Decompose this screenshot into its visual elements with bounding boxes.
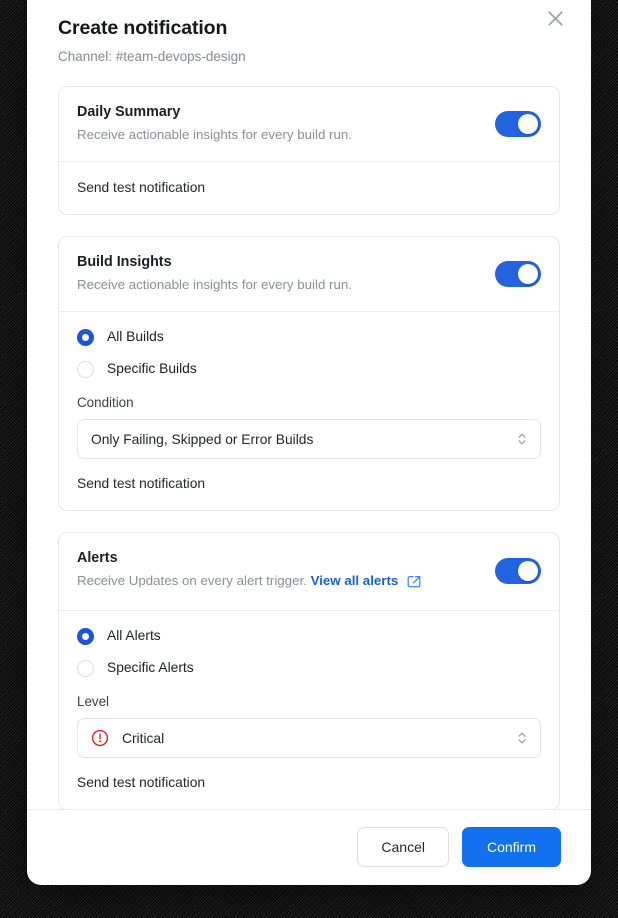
send-test-row: Send test notification bbox=[59, 162, 559, 214]
card-description: Receive actionable insights for every bu… bbox=[77, 127, 352, 142]
radio-all-builds[interactable]: All Builds bbox=[77, 328, 541, 346]
send-test-row: Send test notification bbox=[59, 475, 559, 510]
send-test-notification-link[interactable]: Send test notification bbox=[77, 179, 205, 197]
condition-select-value: Only Failing, Skipped or Error Builds bbox=[91, 431, 314, 447]
external-link-icon[interactable] bbox=[407, 574, 421, 593]
card-daily-summary: Daily Summary Receive actionable insight… bbox=[58, 86, 560, 215]
confirm-button[interactable]: Confirm bbox=[461, 827, 561, 867]
build-insights-options: All Builds Specific Builds Condition Onl… bbox=[59, 312, 559, 475]
radio-label: Specific Builds bbox=[107, 361, 197, 376]
create-notification-dialog: Create notification Channel: #team-devop… bbox=[27, 0, 591, 885]
send-test-notification-link[interactable]: Send test notification bbox=[77, 475, 205, 493]
card-description-text: Receive Updates on every alert trigger. bbox=[77, 573, 307, 588]
toggle-knob bbox=[518, 113, 538, 134]
radio-indicator-selected bbox=[77, 627, 94, 645]
send-test-notification-link[interactable]: Send test notification bbox=[77, 774, 205, 792]
radio-specific-alerts[interactable]: Specific Alerts bbox=[77, 659, 541, 677]
toggle-build-insights[interactable] bbox=[495, 260, 541, 287]
card-header: Build Insights Receive actionable insigh… bbox=[59, 237, 559, 311]
dialog-body: Daily Summary Receive actionable insight… bbox=[27, 66, 591, 809]
radio-label: All Builds bbox=[107, 329, 164, 344]
channel-subtitle: Channel: #team-devops-design bbox=[58, 49, 246, 64]
radio-all-alerts[interactable]: All Alerts bbox=[77, 627, 541, 645]
card-description: Receive actionable insights for every bu… bbox=[77, 277, 352, 292]
chevron-updown-icon bbox=[516, 728, 528, 748]
close-icon bbox=[547, 10, 564, 27]
view-all-alerts-link[interactable]: View all alerts bbox=[311, 573, 399, 588]
level-label: Level bbox=[77, 694, 110, 709]
card-title: Build Insights bbox=[77, 254, 172, 270]
chevron-updown-icon bbox=[516, 429, 528, 449]
radio-label: Specific Alerts bbox=[107, 660, 194, 675]
toggle-daily-summary[interactable] bbox=[495, 110, 541, 137]
toggle-knob bbox=[518, 561, 538, 581]
condition-select[interactable]: Only Failing, Skipped or Error Builds bbox=[77, 419, 541, 459]
radio-label: All Alerts bbox=[107, 628, 161, 643]
toggle-alerts[interactable] bbox=[495, 558, 541, 584]
critical-alert-icon bbox=[91, 729, 109, 747]
dialog-header: Create notification Channel: #team-devop… bbox=[27, 0, 591, 66]
send-test-row: Send test notification bbox=[59, 774, 559, 809]
page-title: Create notification bbox=[58, 17, 228, 39]
radio-indicator-selected bbox=[77, 328, 94, 346]
card-title: Alerts bbox=[77, 550, 118, 566]
card-header: Daily Summary Receive actionable insight… bbox=[59, 87, 559, 161]
alerts-options: All Alerts Specific Alerts Level Critica… bbox=[59, 611, 559, 774]
condition-label: Condition bbox=[77, 395, 134, 410]
card-header: Alerts Receive Updates on every alert tr… bbox=[59, 533, 559, 610]
radio-specific-builds[interactable]: Specific Builds bbox=[77, 360, 541, 378]
cancel-button[interactable]: Cancel bbox=[357, 827, 449, 867]
radio-indicator-unselected bbox=[77, 659, 94, 677]
card-alerts: Alerts Receive Updates on every alert tr… bbox=[58, 532, 560, 809]
close-button[interactable] bbox=[541, 4, 569, 32]
card-description: Receive Updates on every alert trigger. … bbox=[77, 571, 481, 593]
level-select[interactable]: Critical bbox=[77, 718, 541, 758]
radio-indicator-unselected bbox=[77, 360, 94, 378]
dialog-footer: Cancel Confirm bbox=[27, 809, 591, 885]
toggle-knob bbox=[518, 263, 538, 284]
level-select-value: Critical bbox=[122, 730, 165, 746]
card-build-insights: Build Insights Receive actionable insigh… bbox=[58, 236, 560, 511]
card-title: Daily Summary bbox=[77, 104, 181, 120]
